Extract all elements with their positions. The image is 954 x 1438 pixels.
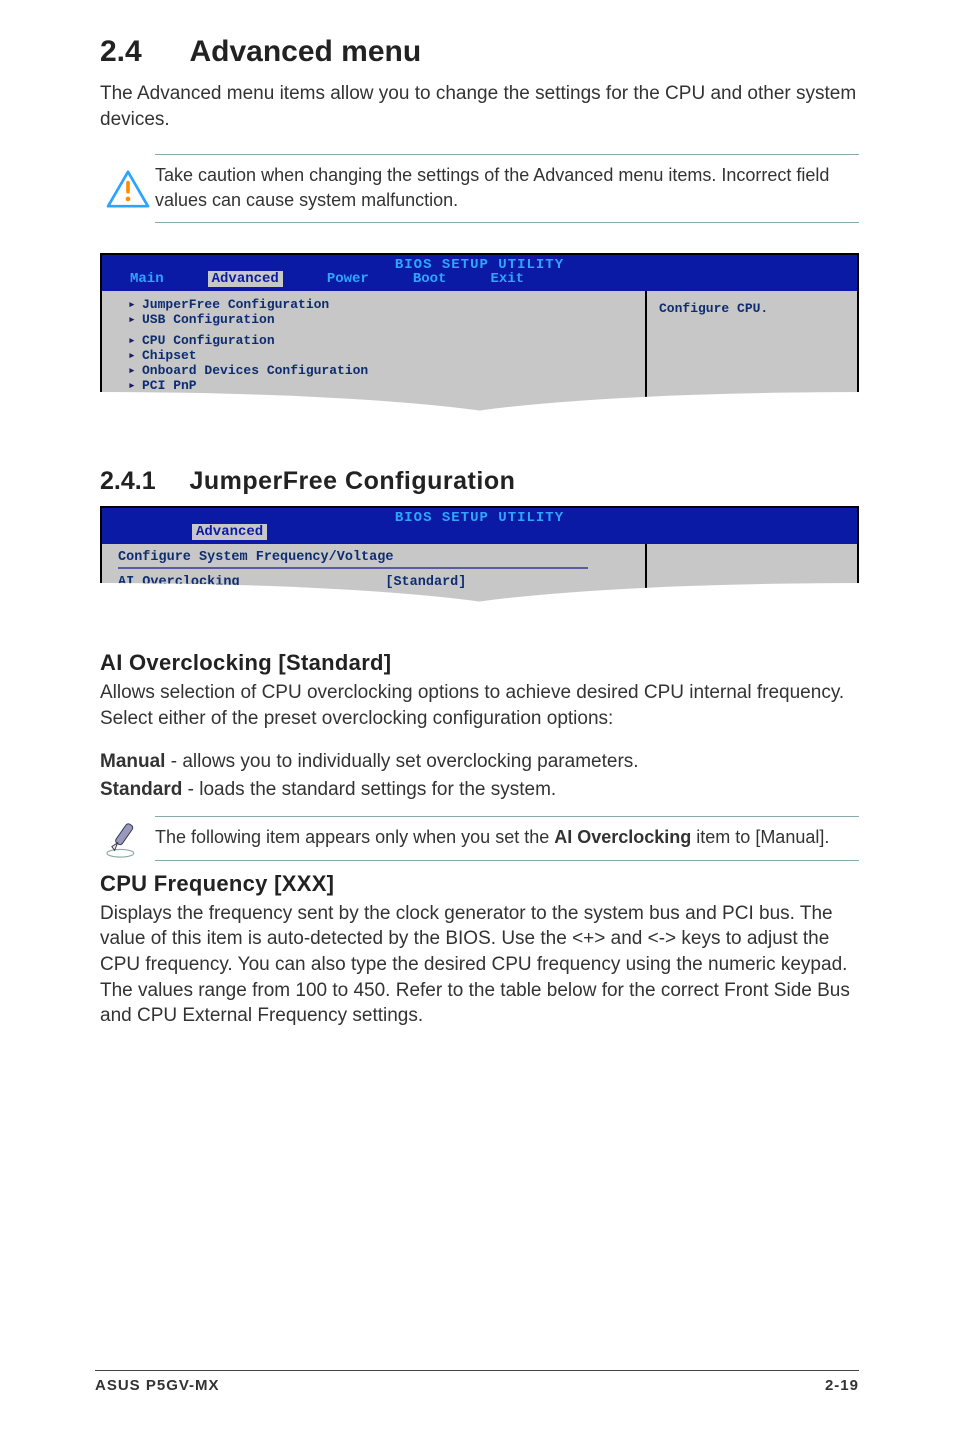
warning-callout: Take caution when changing the settings … (100, 154, 859, 223)
menu-label: JumperFree Configuration (142, 297, 329, 312)
footer-model: ASUS P5GV-MX (95, 1377, 220, 1394)
bios-left-pane: ▸JumperFree Configuration ▸USB Configura… (102, 291, 647, 421)
manual-text: - allows you to individually set overclo… (165, 751, 638, 772)
bios-left-pane: Configure System Frequency/Voltage AI Ov… (102, 544, 647, 612)
tab-power[interactable]: Power (327, 271, 369, 287)
note-callout: The following item appears only when you… (100, 816, 859, 860)
tab-boot[interactable]: Boot (413, 271, 447, 287)
section-heading: 2.4 Advanced menu (100, 35, 859, 69)
menu-item-onboard[interactable]: ▸Onboard Devices Configuration (118, 363, 635, 378)
footer-page: 2-19 (825, 1377, 859, 1394)
note-bold: AI Overclocking (554, 827, 691, 847)
page-footer: ASUS P5GV-MX 2-19 (95, 1370, 859, 1394)
standard-line: Standard - loads the standard settings f… (100, 777, 859, 803)
option-heading-ai: AI Overclocking [Standard] (100, 650, 859, 676)
bios-tabs: Main Advanced Power Boot Exit (102, 271, 857, 287)
cpu-paragraph: Displays the frequency sent by the clock… (100, 901, 859, 1029)
ai-paragraph: Allows selection of CPU overclocking opt… (100, 680, 859, 731)
menu-label: USB Configuration (142, 312, 275, 327)
bios-tabs: Advanced (102, 524, 857, 540)
bios-help-text: Configure CPU. (659, 301, 768, 316)
section-number: 2.4 (100, 35, 185, 69)
setting-ai-overclocking[interactable]: AI Overclocking [Standard] (118, 575, 635, 590)
note-pre: The following item appears only when you… (155, 827, 554, 847)
menu-label: Onboard Devices Configuration (142, 363, 368, 378)
note-post: item to [Manual]. (691, 827, 829, 847)
bios-panel-header: Configure System Frequency/Voltage (118, 550, 588, 569)
menu-label: PCI PnP (142, 378, 197, 393)
bios-jumperfree-menu: BIOS SETUP UTILITY Advanced Configure Sy… (100, 506, 859, 614)
note-text: The following item appears only when you… (155, 816, 859, 860)
bios-help-pane (647, 544, 857, 612)
subsection-title: JumperFree Configuration (189, 467, 515, 496)
section-title: Advanced menu (189, 35, 421, 69)
manual-line: Manual - allows you to individually set … (100, 749, 859, 775)
menu-label: Chipset (142, 348, 197, 363)
bios-help-pane: Configure CPU. (647, 291, 857, 421)
standard-text: - loads the standard settings for the sy… (182, 779, 556, 800)
menu-item-usb[interactable]: ▸USB Configuration (118, 312, 635, 327)
menu-item-chipset[interactable]: ▸Chipset (118, 348, 635, 363)
subsection-number: 2.4.1 (100, 467, 185, 496)
tab-exit[interactable]: Exit (490, 271, 524, 287)
tab-main[interactable]: Main (130, 271, 164, 287)
subsection-heading: 2.4.1 JumperFree Configuration (100, 467, 859, 496)
warning-text: Take caution when changing the settings … (155, 154, 859, 223)
bios-advanced-menu: BIOS SETUP UTILITY MainAdvancedPowerBoot… (100, 253, 859, 423)
manual-label: Manual (100, 751, 165, 772)
option-heading-cpu: CPU Frequency [XXX] (100, 871, 859, 897)
menu-item-jumperfree[interactable]: ▸JumperFree Configuration (118, 297, 635, 312)
setting-value: [Standard] (385, 575, 466, 590)
menu-item-pci[interactable]: ▸PCI PnP (118, 378, 635, 393)
tab-advanced[interactable]: Advanced (208, 271, 283, 287)
menu-item-cpu[interactable]: ▸CPU Configuration (118, 333, 635, 348)
standard-label: Standard (100, 779, 182, 800)
tab-advanced[interactable]: Advanced (192, 524, 267, 540)
intro-paragraph: The Advanced menu items allow you to cha… (100, 81, 859, 132)
warning-icon (100, 170, 155, 208)
note-icon (100, 819, 155, 859)
menu-label: CPU Configuration (142, 333, 275, 348)
setting-label: AI Overclocking (118, 575, 240, 590)
